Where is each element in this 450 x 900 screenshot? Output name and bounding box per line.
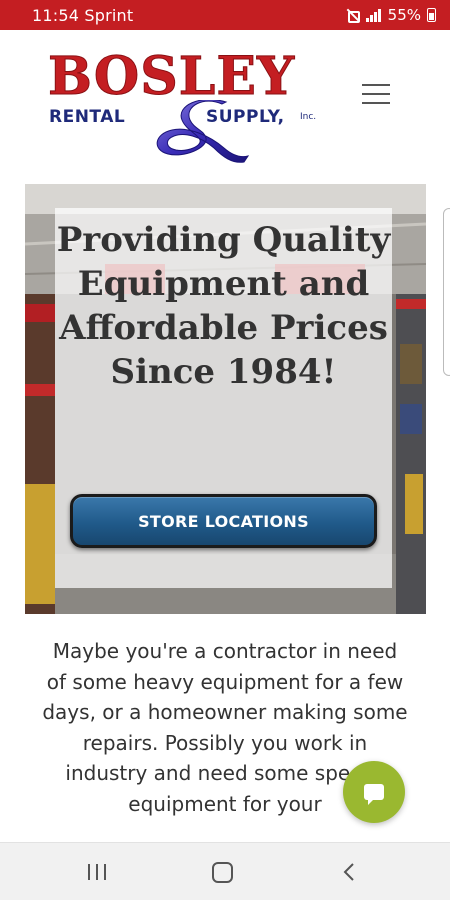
bosley-logo[interactable]: BOSLEY RENTAL SUPPLY, Inc.	[44, 46, 334, 166]
logo-bosley-text: BOSLEY	[47, 46, 296, 107]
mute-icon	[346, 8, 360, 23]
logo-supply-text: SUPPLY,	[206, 107, 285, 127]
logo-rental-text: RENTAL	[49, 107, 126, 127]
battery-icon	[427, 8, 436, 22]
chat-button[interactable]	[343, 761, 405, 823]
hamburger-menu-icon[interactable]	[362, 82, 390, 106]
chat-bubble-icon	[364, 784, 384, 805]
logo-inc-text: Inc.	[300, 112, 317, 122]
system-nav-bar	[0, 842, 450, 900]
hero-overlay-panel: Providing Quality Equipment and Affordab…	[55, 208, 392, 588]
scroll-handle[interactable]	[443, 208, 450, 376]
hero-heading: Providing Quality Equipment and Affordab…	[56, 220, 391, 392]
store-locations-button[interactable]: STORE LOCATIONS	[70, 494, 377, 548]
signal-icon	[365, 8, 382, 22]
status-icons: 55%	[346, 6, 436, 24]
battery-percent: 55%	[387, 6, 421, 24]
home-icon[interactable]	[212, 862, 233, 883]
site-header: BOSLEY RENTAL SUPPLY, Inc.	[0, 30, 450, 180]
status-time-carrier: 11:54 Sprint	[32, 5, 134, 25]
status-bar: 11:54 Sprint 55%	[0, 0, 450, 30]
recent-apps-icon[interactable]	[88, 864, 108, 880]
hero-banner: Providing Quality Equipment and Affordab…	[25, 184, 426, 614]
back-icon[interactable]	[340, 862, 360, 882]
